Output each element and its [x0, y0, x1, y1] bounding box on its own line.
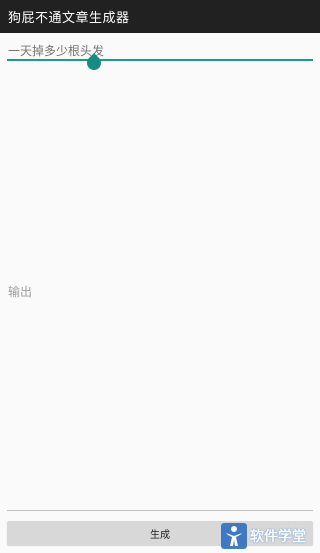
action-bar: 狗屁不通文章生成器	[0, 0, 320, 33]
topic-input-container[interactable]	[7, 40, 313, 73]
bottom-divider	[7, 510, 313, 511]
app-screen: 狗屁不通文章生成器 输出 生成 软件学堂	[0, 0, 320, 553]
software-school-logo-icon	[221, 522, 247, 549]
watermark-text: 软件学堂	[250, 528, 306, 545]
input-underline	[7, 59, 313, 61]
watermark: 软件学堂	[220, 518, 320, 553]
topic-input[interactable]	[7, 41, 313, 61]
app-title: 狗屁不通文章生成器	[8, 11, 130, 26]
output-text: 输出	[8, 285, 33, 299]
